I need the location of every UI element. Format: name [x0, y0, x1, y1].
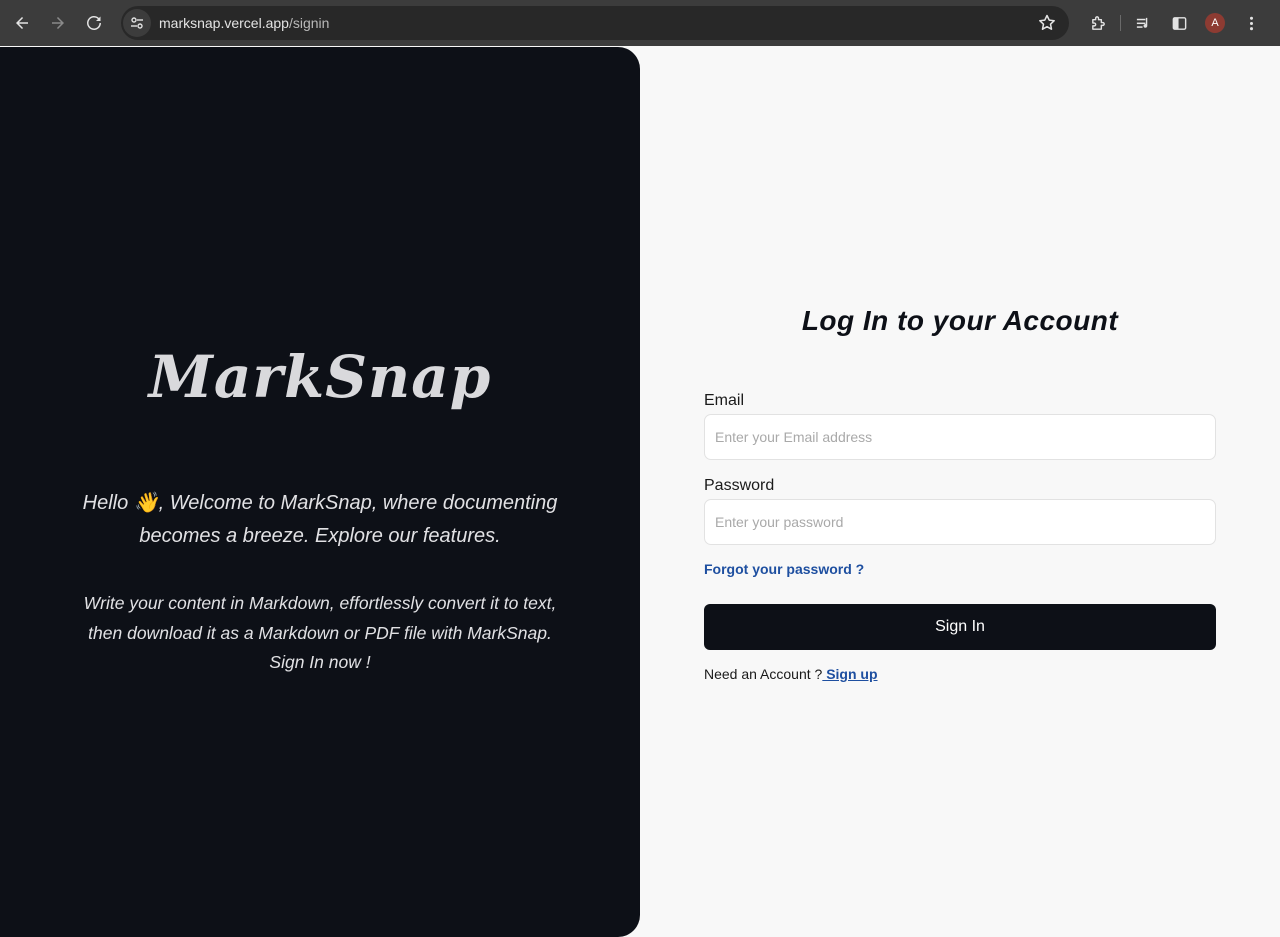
toolbar-divider	[1120, 15, 1121, 31]
email-field[interactable]	[704, 414, 1216, 460]
side-panel-icon[interactable]	[1161, 0, 1197, 46]
reload-icon[interactable]	[76, 0, 112, 46]
browser-toolbar: marksnap.vercel.app/signin A	[0, 0, 1280, 46]
signin-form-panel: Log In to your Account Email Password Fo…	[640, 47, 1280, 937]
url-text: marksnap.vercel.app/signin	[159, 15, 329, 31]
brand-logo: MarkSnap	[148, 343, 492, 411]
sign-up-link[interactable]: Sign up	[822, 666, 877, 682]
email-label: Email	[704, 392, 745, 409]
password-field[interactable]	[704, 499, 1216, 545]
media-controls-icon[interactable]	[1125, 0, 1161, 46]
bookmark-star-icon[interactable]	[1037, 13, 1057, 33]
password-label: Password	[704, 477, 775, 494]
description-line: Write your content in Markdown, effortle…	[83, 593, 557, 613]
description-text: Write your content in Markdown, effortle…	[50, 589, 590, 678]
page-title: Log In to your Account	[801, 305, 1119, 336]
hero-panel: MarkSnap Hello 👋, Welcome to MarkSnap, w…	[0, 47, 640, 937]
welcome-line: becomes a breeze. Explore our features.	[139, 525, 501, 547]
more-menu-icon[interactable]	[1233, 0, 1269, 46]
sign-in-button[interactable]: Sign In	[704, 604, 1216, 650]
description-line: Sign In now !	[269, 652, 371, 672]
back-icon[interactable]	[4, 0, 40, 46]
avatar: A	[1205, 13, 1225, 33]
url-host: marksnap.vercel.app	[159, 15, 289, 31]
site-info-icon[interactable]	[123, 9, 151, 37]
need-account-text: Need an Account ?	[704, 666, 823, 682]
forward-icon[interactable]	[40, 0, 76, 46]
profile-button[interactable]: A	[1197, 0, 1233, 46]
signup-prompt: Need an Account ? Sign up	[704, 666, 878, 682]
url-path: /signin	[288, 15, 330, 31]
welcome-text: Hello 👋, Welcome to MarkSnap, where docu…	[60, 487, 580, 553]
address-bar[interactable]: marksnap.vercel.app/signin	[121, 6, 1069, 40]
description-line: then download it as a Markdown or PDF fi…	[88, 622, 552, 643]
forgot-password-link[interactable]: Forgot your password ?	[704, 561, 864, 577]
extensions-icon[interactable]	[1080, 0, 1116, 46]
welcome-line: Hello 👋, Welcome to MarkSnap, where docu…	[82, 492, 558, 514]
